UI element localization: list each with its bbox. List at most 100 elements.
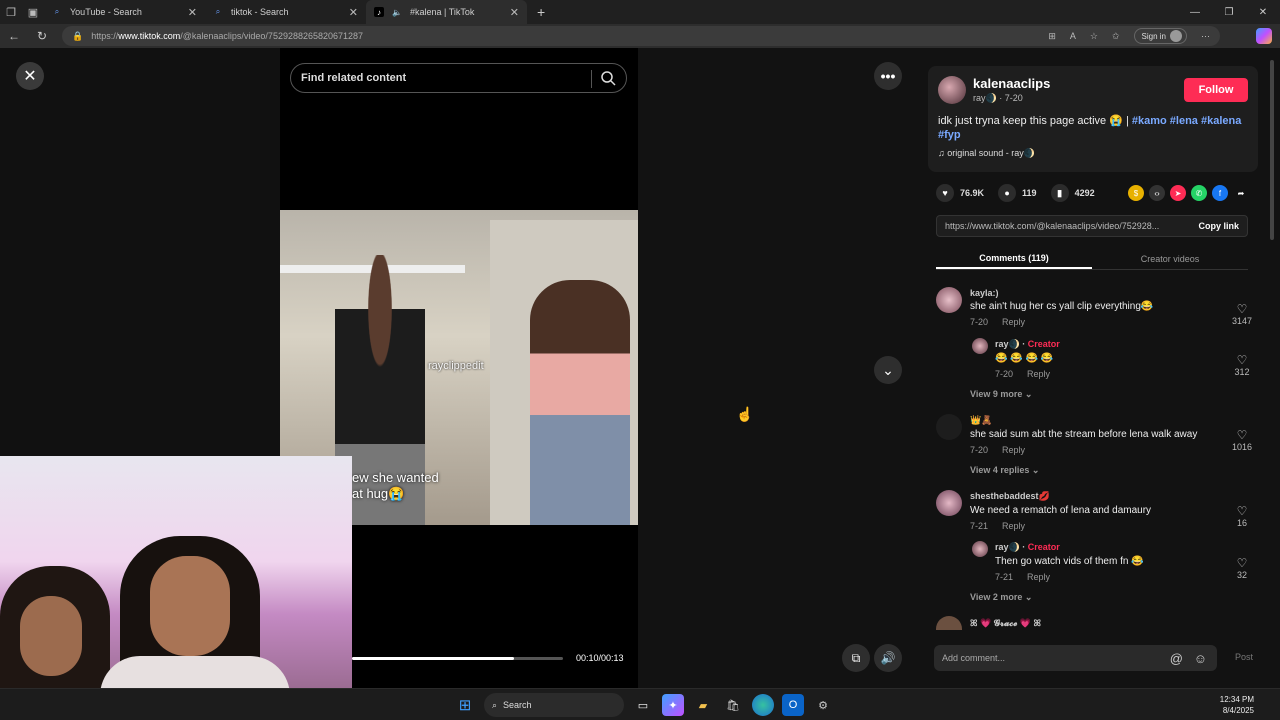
gift-icon[interactable]: $ — [1128, 185, 1144, 201]
hashtag-kamo[interactable]: #kamo — [1132, 115, 1167, 127]
search-icon[interactable] — [600, 70, 616, 86]
copilot-icon[interactable] — [1256, 28, 1272, 44]
reply-button[interactable]: Reply — [1027, 572, 1050, 582]
comment-icon: ● — [998, 184, 1017, 202]
like-action[interactable]: ♥ 76.9K — [936, 184, 984, 202]
tab-actions-icon[interactable]: ▣ — [22, 0, 44, 24]
view-more-replies[interactable]: View 9 more ⌄ — [970, 389, 1032, 400]
edge-browser-icon[interactable] — [752, 694, 774, 716]
tab-creator-videos[interactable]: Creator videos — [1092, 248, 1248, 269]
close-video-button[interactable]: ✕ — [16, 62, 44, 90]
commenter-avatar[interactable] — [972, 541, 988, 557]
workspaces-icon[interactable]: ❐ — [0, 0, 22, 24]
commenter-avatar[interactable] — [936, 287, 962, 313]
author-avatar[interactable] — [938, 76, 966, 104]
reply-button[interactable]: Reply — [1002, 317, 1025, 327]
view-more-replies[interactable]: View 2 more ⌄ — [970, 592, 1032, 603]
more-options-button[interactable]: ••• — [874, 62, 902, 90]
post-link[interactable]: https://www.tiktok.com/@kalenaaclips/vid… — [945, 221, 1190, 231]
comment-like[interactable]: ♡ 32 — [1227, 556, 1257, 580]
embed-icon[interactable]: ‹› — [1149, 185, 1165, 201]
close-tab-icon[interactable]: ✕ — [188, 6, 197, 19]
video-progress-bar[interactable] — [352, 657, 563, 660]
emoji-icon[interactable]: ☺ — [1194, 651, 1207, 666]
post-comment-button[interactable]: Post — [1235, 652, 1253, 662]
reply-button[interactable]: Reply — [1002, 521, 1025, 531]
hashtag-fyp[interactable]: #fyp — [938, 129, 961, 141]
hashtag-lena[interactable]: #lena — [1170, 115, 1198, 127]
copy-link-button[interactable]: Copy link — [1198, 221, 1239, 231]
close-window-icon[interactable]: ✕ — [1246, 0, 1280, 24]
add-comment-input[interactable]: Add comment... @ ☺ — [934, 645, 1217, 671]
reply-button[interactable]: Reply — [1027, 369, 1050, 379]
comment-date: 7-20 — [970, 317, 989, 327]
video-caption: ew she wanted at hug😭 — [352, 470, 439, 502]
next-video-button[interactable]: ⌄ — [874, 356, 902, 384]
favorites-icon[interactable]: ✩ — [1112, 31, 1120, 42]
close-tab-icon[interactable]: ✕ — [510, 6, 519, 19]
mention-icon[interactable]: @ — [1170, 651, 1183, 666]
volume-button[interactable]: 🔊 — [874, 644, 902, 672]
minimize-icon[interactable]: — — [1178, 0, 1212, 24]
view-more-replies[interactable]: View 4 replies ⌄ — [970, 465, 1039, 476]
address-bar[interactable]: 🔒 https://www.tiktok.com/@kalenaaclips/v… — [62, 26, 1220, 46]
store-icon[interactable]: 🛍 — [722, 694, 744, 716]
file-explorer-icon[interactable]: ▰ — [692, 694, 714, 716]
comment-like[interactable]: ♡ 16 — [1227, 504, 1257, 528]
close-tab-icon[interactable]: ✕ — [349, 6, 358, 19]
more-menu-icon[interactable]: ⋯ — [1201, 31, 1210, 42]
comment-author[interactable]: ꕤ 💗 𝓖𝓻𝓪𝓬𝓮 💗 ꕤ — [970, 618, 1041, 629]
outlook-icon[interactable]: O — [782, 694, 804, 716]
comment-author[interactable]: shesthebaddest💋 — [970, 491, 1151, 502]
comment-like[interactable]: ♡ 3147 — [1227, 302, 1257, 326]
copilot-app-icon[interactable]: ✦ — [662, 694, 684, 716]
speaker-icon[interactable]: 🔈 — [392, 7, 402, 17]
sign-in-button[interactable]: Sign in — [1133, 28, 1187, 44]
follow-button[interactable]: Follow — [1184, 78, 1248, 102]
settings-gear-icon[interactable]: ⚙ — [812, 694, 834, 716]
comment-like[interactable]: ♡ 1016 — [1227, 428, 1257, 452]
author-username[interactable]: kalenaaclips — [973, 76, 1050, 91]
comment-like-count: 32 — [1236, 570, 1247, 580]
commenter-avatar[interactable] — [972, 338, 988, 354]
tab-youtube[interactable]: ⌕ YouTube - Search ✕ — [44, 0, 205, 24]
save-action[interactable]: ▮ 4292 — [1050, 184, 1095, 202]
restore-icon[interactable]: ❐ — [1212, 0, 1246, 24]
system-clock[interactable]: 12:34 PM 8/4/2025 — [1220, 694, 1254, 716]
new-tab-icon[interactable]: + — [537, 4, 545, 20]
reply-author[interactable]: ray🌒 · Creator — [995, 339, 1060, 350]
app-available-icon[interactable]: ⊞ — [1048, 31, 1056, 42]
floating-player-button[interactable]: ⧉ — [842, 644, 870, 672]
commenter-avatar[interactable] — [936, 414, 962, 440]
progress-fill — [352, 657, 515, 660]
heart-outline-icon: ♡ — [1236, 302, 1248, 316]
comment-like[interactable]: ♡ 312 — [1227, 353, 1257, 377]
reply-author[interactable]: ray🌒 · Creator — [995, 542, 1144, 553]
comment-author[interactable]: 👑🧸 — [970, 415, 1197, 426]
hashtag-kalena[interactable]: #kalena — [1201, 115, 1241, 127]
comment-action[interactable]: ● 119 — [998, 184, 1037, 202]
whatsapp-icon[interactable]: ✆ — [1191, 185, 1207, 201]
favorite-star-icon[interactable]: ☆ — [1090, 31, 1098, 42]
chevron-down-icon: ⌄ — [1022, 592, 1033, 602]
send-icon[interactable]: ➤ — [1170, 185, 1186, 201]
task-view-icon[interactable]: ▭ — [632, 694, 654, 716]
commenter-avatar[interactable] — [936, 490, 962, 516]
tab-comments[interactable]: Comments (119) — [936, 248, 1092, 269]
tab-tiktok[interactable]: ♪ 🔈 #kalena | TikTok ✕ — [366, 0, 527, 24]
comment-author[interactable]: kayla:) — [970, 288, 1153, 298]
back-icon[interactable]: ← — [0, 24, 28, 48]
start-windows-icon[interactable]: ⊞ — [454, 694, 476, 716]
reply-button[interactable]: Reply — [1002, 445, 1025, 455]
post-sound[interactable]: ♫ original sound - ray🌒 — [938, 148, 1035, 159]
taskbar-search[interactable]: ⌕ Search — [484, 693, 624, 717]
tab-tiktok-search[interactable]: ⌕ tiktok - Search ✕ — [205, 0, 366, 24]
facebook-icon[interactable]: f — [1212, 185, 1228, 201]
related-search-input[interactable]: Find related content — [290, 63, 627, 93]
lock-icon[interactable]: 🔒 — [72, 31, 83, 42]
refresh-icon[interactable]: ↻ — [28, 24, 56, 48]
read-aloud-icon[interactable]: A — [1070, 31, 1076, 41]
clock-time: 12:34 PM — [1219, 695, 1254, 704]
share-arrow-icon[interactable]: ➦ — [1233, 185, 1249, 201]
panel-scrollbar[interactable] — [1270, 60, 1274, 240]
